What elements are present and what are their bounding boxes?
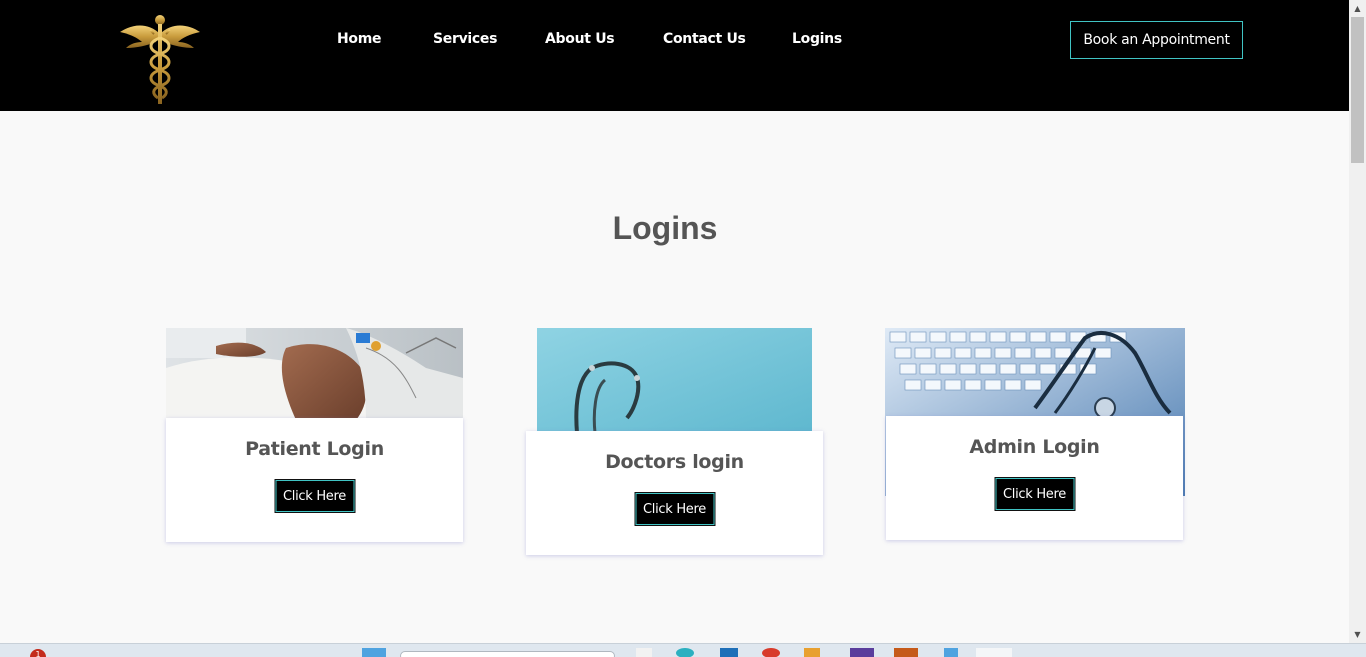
patient-in-hospital-bed-image	[166, 328, 463, 420]
nav-link-about-us[interactable]: About Us	[545, 31, 615, 47]
app-icon[interactable]	[850, 648, 874, 657]
admin-login-title: Admin Login	[969, 436, 1100, 458]
notification-badge[interactable]: 1	[30, 649, 46, 657]
patient-login-card: Patient Login Click Here	[166, 418, 463, 542]
patient-login-button[interactable]: Click Here	[275, 480, 354, 512]
vertical-scrollbar[interactable]: ▲ ▼	[1349, 0, 1366, 643]
nav-link-services[interactable]: Services	[433, 31, 497, 47]
scroll-thumb[interactable]	[1351, 17, 1364, 163]
folder-icon[interactable]	[804, 648, 820, 657]
app-icon-2[interactable]	[894, 648, 918, 657]
admin-login-button[interactable]: Click Here	[995, 478, 1074, 510]
scroll-down-arrow-icon[interactable]: ▼	[1349, 626, 1366, 643]
nav-link-logins[interactable]: Logins	[792, 31, 842, 47]
store-icon[interactable]	[720, 648, 738, 657]
top-navbar: Home Services About Us Contact Us Logins…	[0, 0, 1349, 111]
nav-link-contact-us[interactable]: Contact Us	[663, 31, 746, 47]
admin-login-card: Admin Login Click Here	[886, 416, 1183, 540]
chrome-icon[interactable]	[762, 648, 780, 657]
nav-link-home[interactable]: Home	[337, 31, 382, 47]
stethoscope-on-blue-image	[537, 328, 812, 433]
doctors-login-card: Doctors login Click Here	[526, 431, 823, 555]
active-app-icon[interactable]	[976, 648, 1012, 657]
patient-login-title: Patient Login	[245, 438, 384, 460]
app-icon-3[interactable]	[944, 648, 958, 657]
task-view-icon[interactable]	[636, 648, 652, 657]
doctors-login-title: Doctors login	[605, 451, 744, 473]
book-appointment-button[interactable]: Book an Appointment	[1070, 21, 1243, 59]
page-title: Logins	[612, 210, 718, 246]
doctors-login-button[interactable]: Click Here	[635, 493, 714, 525]
file-explorer-icon[interactable]	[362, 648, 386, 657]
scroll-up-arrow-icon[interactable]: ▲	[1349, 0, 1366, 17]
os-taskbar: 1	[0, 643, 1366, 657]
edge-icon[interactable]	[676, 648, 694, 657]
caduceus-logo-icon[interactable]	[118, 12, 202, 108]
taskbar-search-box[interactable]	[400, 651, 615, 657]
